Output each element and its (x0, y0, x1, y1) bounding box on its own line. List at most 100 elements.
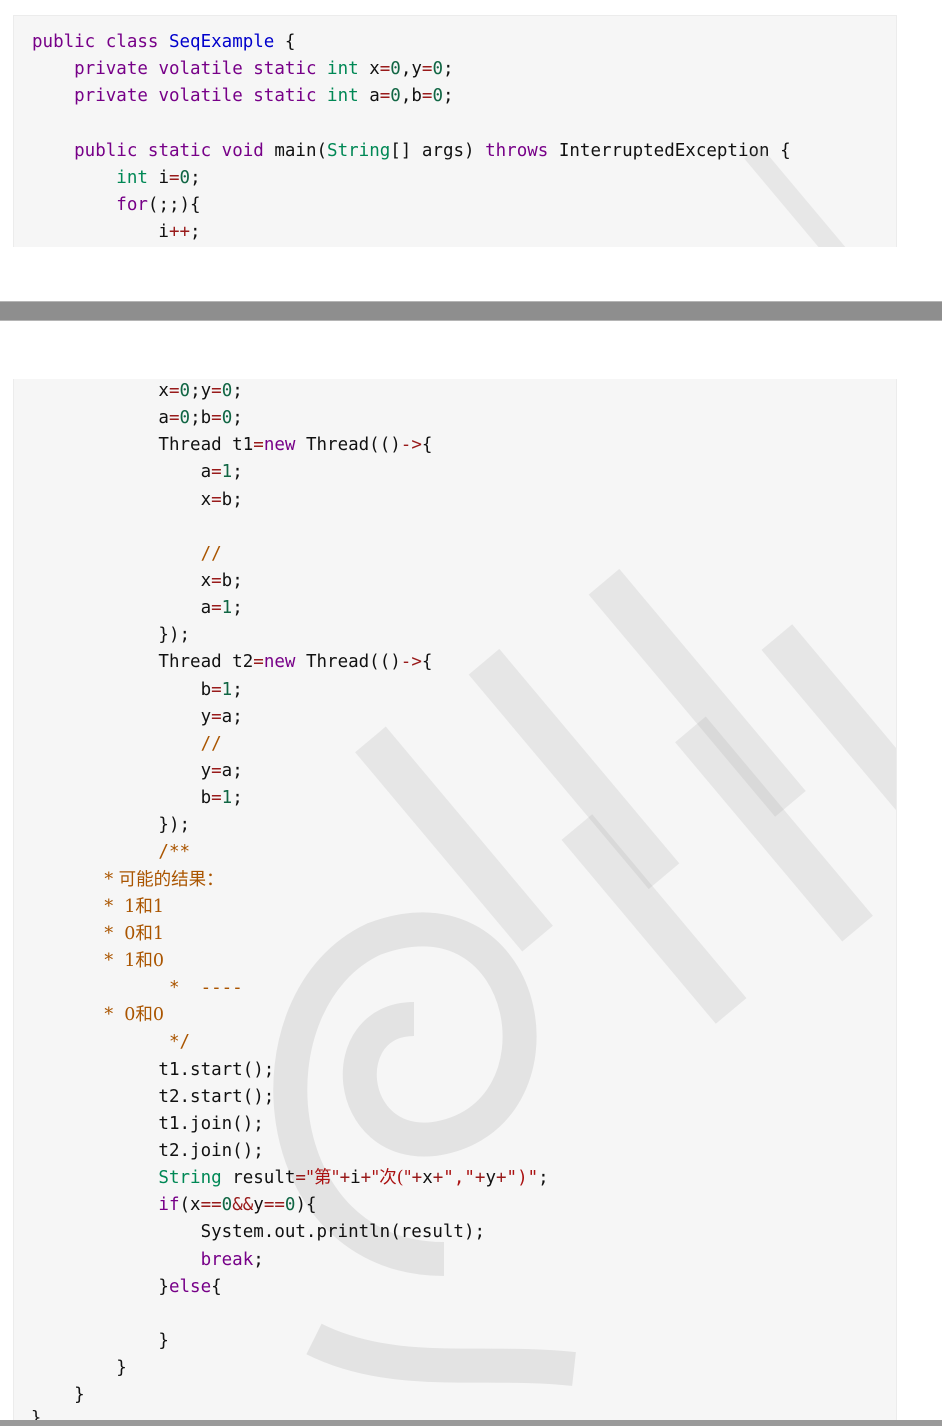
code-token: 0 (221, 408, 233, 429)
code-line: } (32, 1355, 549, 1382)
code-line: Thread t1=new Thread(()->{ (32, 432, 549, 459)
code-token: 0 (390, 59, 401, 80)
code-token: String (327, 140, 391, 161)
code-token: */ (32, 1032, 191, 1053)
code-token: result (232, 1168, 296, 1189)
code-line: // (32, 541, 549, 568)
code-token: -> (400, 435, 422, 456)
code-token: static (147, 140, 222, 161)
code-token: int (32, 167, 159, 188)
code-token: y (32, 760, 212, 781)
code-token: y (253, 1195, 264, 1216)
code-token: = (379, 59, 391, 80)
code-token: 0 (432, 86, 443, 107)
code-token: = (295, 1168, 306, 1189)
code-token: = (211, 788, 222, 809)
code-token: x (32, 570, 212, 591)
code-line: t2.join(); (32, 1138, 549, 1165)
code-line: a=1; (32, 459, 549, 486)
code-token: 1 (221, 598, 233, 619)
code-token: break (32, 1249, 254, 1270)
code-token: = (211, 489, 222, 510)
code-token: public (32, 32, 106, 52)
code-line: }else{ (32, 1274, 549, 1301)
code-token: = (253, 652, 264, 673)
code-token: { (421, 652, 433, 673)
code-token: t1.join(); (32, 1113, 264, 1134)
code-token: = (211, 760, 222, 781)
code-token: "第" (305, 1168, 340, 1189)
code-line: t2.start(); (32, 1084, 549, 1111)
code-token: int (327, 59, 370, 80)
code-token: ; (232, 462, 243, 483)
code-token: Thread(() (305, 435, 401, 456)
code-token: 0 (179, 408, 191, 429)
code-token: throws (485, 140, 559, 161)
code-line: i++; (32, 219, 791, 246)
code-token: System.out.println(result); (32, 1222, 486, 1243)
code-token: (;;){ (147, 194, 201, 215)
code-token: "," (443, 1168, 475, 1189)
code-token: [] args) (390, 140, 486, 161)
code-token: { (211, 1276, 222, 1297)
code-token: }); (32, 815, 191, 836)
code-token: (x (179, 1195, 201, 1216)
code-token: ,y (400, 59, 422, 80)
code-token: static (253, 59, 328, 80)
code-token: 1 (221, 788, 233, 809)
code-token: InterruptedException { (558, 140, 791, 161)
code-token: * 可能的结果： (32, 869, 224, 890)
code-line: b=1; (32, 677, 549, 704)
code-token: if (32, 1195, 180, 1216)
code-line: // (32, 731, 549, 758)
code-token: + (411, 1168, 423, 1189)
code-line: Thread t2=new Thread(()->{ (32, 649, 549, 676)
code-token: // (32, 733, 222, 754)
code-token: ; (190, 167, 201, 188)
code-line: public static void main(String[] args) t… (32, 138, 791, 165)
code-token: 0 (179, 381, 191, 401)
code-line: b=1; (32, 785, 549, 812)
code-block-top: public class SeqExample { private volati… (13, 15, 897, 247)
code-token: x (32, 381, 169, 401)
code-token: * 1和0 (32, 950, 164, 971)
code-token: && (232, 1195, 254, 1216)
code-token: b; (221, 489, 243, 510)
code-content-top: public class SeqExample { private volati… (32, 29, 791, 246)
code-token: * 0和0 (32, 1005, 164, 1026)
code-token: 0 (221, 381, 233, 401)
code-token: "次(" (371, 1168, 412, 1189)
code-token: ;b (190, 408, 212, 429)
code-token: b; (221, 570, 243, 591)
code-token: a; (221, 760, 243, 781)
code-token: * ---- (32, 978, 243, 999)
code-token: t1.start(); (32, 1059, 275, 1080)
code-token: + (360, 1168, 372, 1189)
code-token: t2.join(); (32, 1140, 264, 1161)
code-token: { (274, 32, 296, 52)
code-token: ;y (190, 381, 212, 401)
code-token: Thread(() (305, 652, 401, 673)
code-token: 0 (179, 167, 191, 188)
code-line: */ (32, 1029, 549, 1056)
code-token: ; (232, 408, 243, 429)
code-token: = (211, 598, 222, 619)
code-line: * 1和1 (32, 894, 549, 921)
code-line: int i=0; (32, 165, 791, 192)
code-token: == (263, 1195, 285, 1216)
code-line: } (32, 1328, 549, 1355)
code-line: t1.join(); (32, 1111, 549, 1138)
code-token: x (32, 489, 212, 510)
code-line: a=1; (32, 595, 549, 622)
code-token: main( (274, 140, 328, 161)
code-line: for(;;){ (32, 192, 791, 219)
code-line: private volatile static int x=0,y=0; (32, 56, 791, 83)
code-token: 1 (221, 462, 233, 483)
code-token: a; (221, 706, 243, 727)
code-token: } (32, 1330, 169, 1351)
code-line: x=b; (32, 568, 549, 595)
code-token: 0 (390, 86, 401, 107)
code-token: + (495, 1168, 507, 1189)
